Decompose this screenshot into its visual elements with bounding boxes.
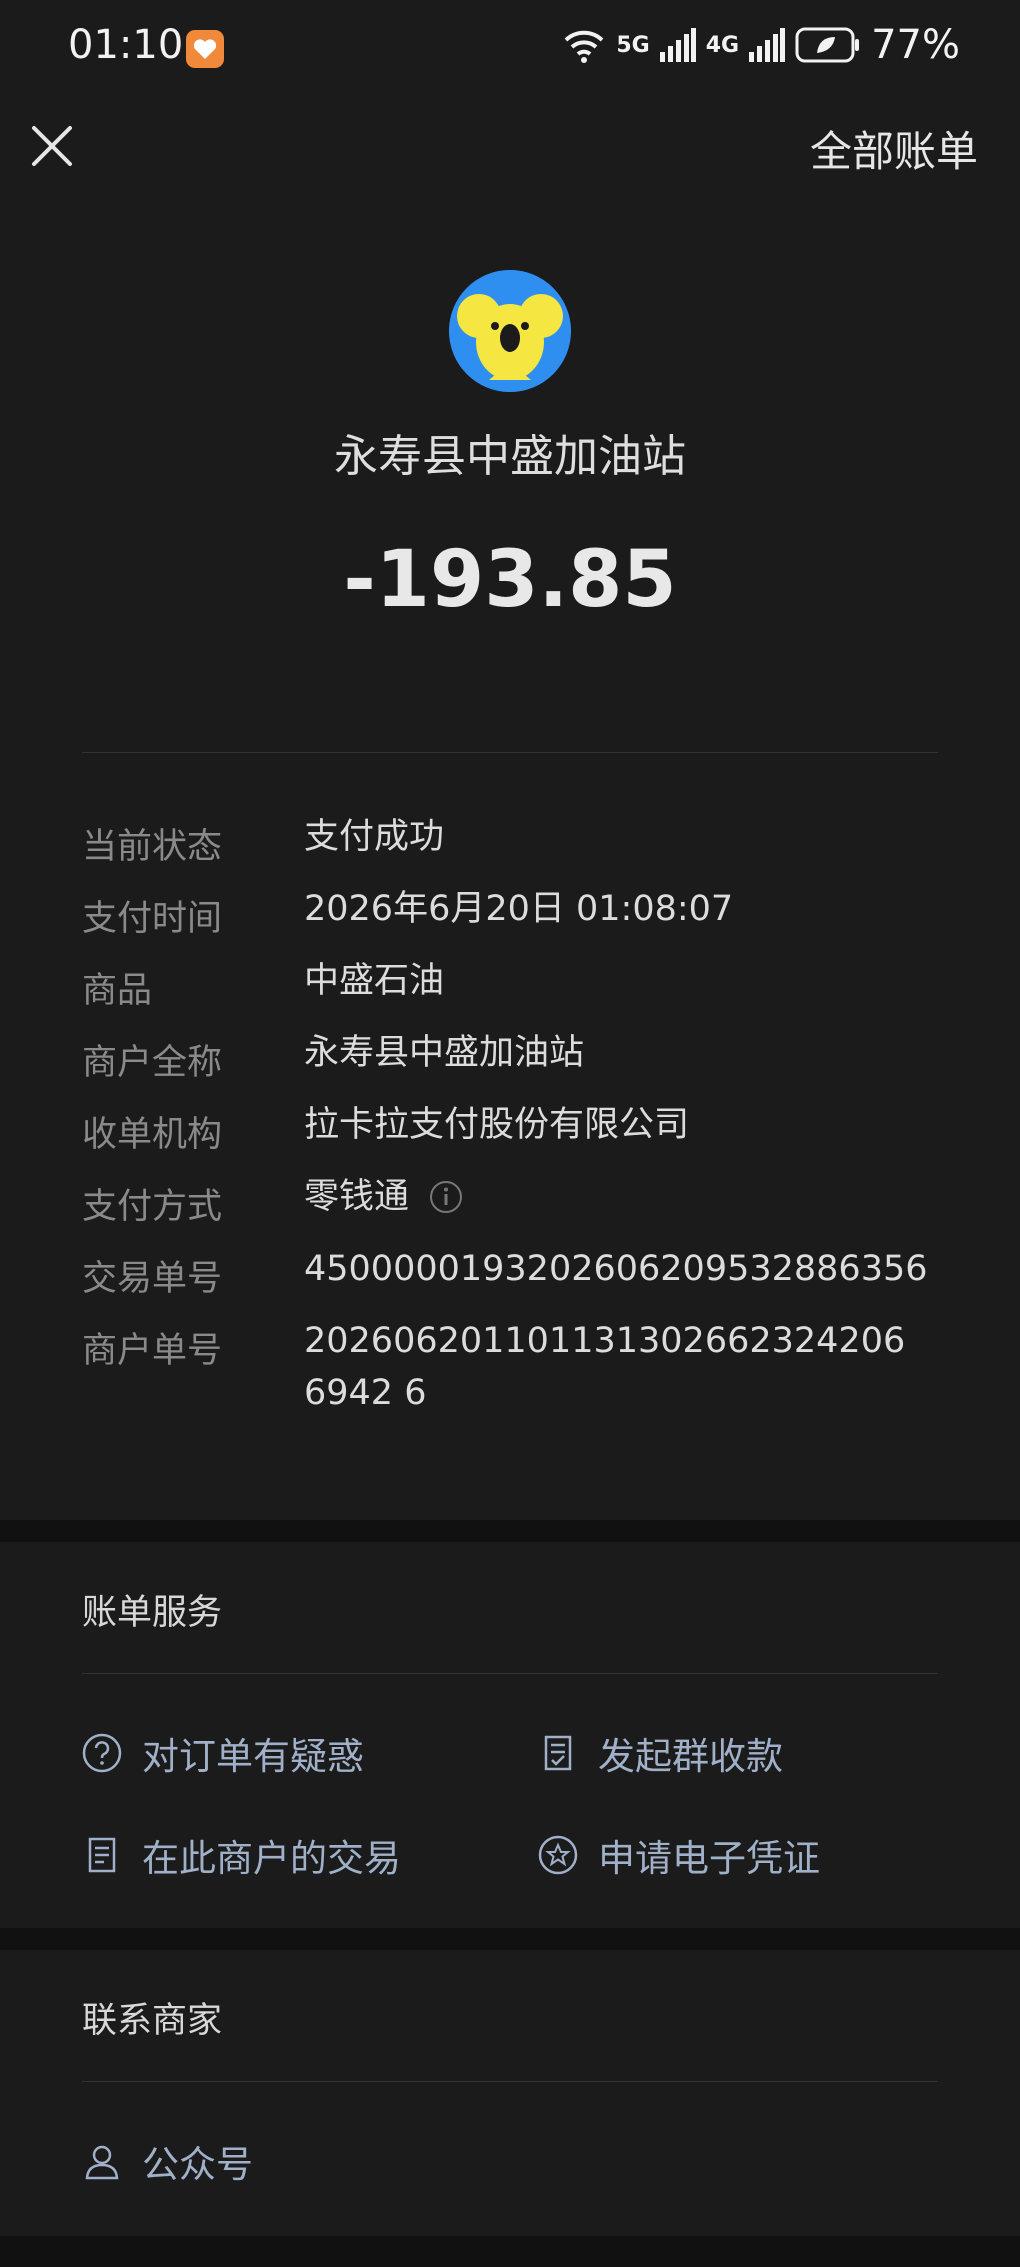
- heart-app-icon: [186, 30, 224, 68]
- detail-value-payment-method: 零钱通: [304, 1177, 410, 1217]
- document-list-icon: [88, 1837, 116, 1873]
- network-5g-label: 5G: [616, 32, 650, 58]
- network-4g-label: 4G: [705, 32, 740, 58]
- detail-value-merchant-fullname: 永寿县中盛加油站: [304, 1033, 585, 1073]
- section-separator: [0, 1928, 1020, 1950]
- e-voucher-button[interactable]: 申请电子凭证: [538, 1828, 820, 1882]
- detail-value-acquirer: 拉卡拉支付股份有限公司: [304, 1105, 690, 1145]
- group-collect-button[interactable]: 发起群收款: [538, 1726, 783, 1780]
- checklist-icon: [544, 1735, 572, 1771]
- divider: [82, 752, 938, 753]
- detail-label-time: 支付时间: [82, 899, 223, 939]
- merchant-avatar: [449, 270, 571, 392]
- section-separator: [0, 1520, 1020, 1542]
- detail-value-transaction-id: 4500000193202606209532886356: [304, 1249, 928, 1289]
- all-bills-link[interactable]: 全部账单: [810, 118, 978, 179]
- star-badge-icon: [538, 1835, 578, 1875]
- contact-merchant-title: 联系商家: [82, 2001, 223, 2041]
- detail-value-merchant-order-id: 2026062011011313026623242066942 6: [304, 1321, 906, 1413]
- detail-label-merchant-order-id: 商户单号: [82, 1331, 223, 1371]
- signal-icon: [659, 28, 696, 62]
- close-button[interactable]: [28, 122, 76, 170]
- official-account-label: 公众号: [142, 2143, 253, 2186]
- question-circle-icon: [82, 1733, 122, 1773]
- merchant-name: 永寿县中盛加油站: [334, 431, 686, 482]
- battery-icon: [795, 27, 860, 63]
- divider: [82, 2081, 938, 2082]
- detail-label-merchant-fullname: 商户全称: [82, 1043, 223, 1083]
- signal-icon-2: [749, 28, 786, 62]
- detail-label-transaction-id: 交易单号: [82, 1259, 223, 1299]
- detail-value-payment-method-row: 零钱通: [304, 1171, 944, 1223]
- e-voucher-label: 申请电子凭证: [598, 1837, 820, 1880]
- transaction-amount: -193.85: [343, 535, 677, 625]
- detail-value-time: 2026年6月20日 01:08:07: [304, 889, 734, 929]
- detail-label-acquirer: 收单机构: [82, 1115, 223, 1155]
- close-icon: [32, 126, 72, 166]
- bill-service-title: 账单服务: [82, 1593, 223, 1633]
- group-collect-label: 发起群收款: [598, 1735, 783, 1778]
- order-question-button[interactable]: 对订单有疑惑: [82, 1726, 364, 1780]
- merchant-transactions-label: 在此商户的交易: [142, 1837, 401, 1880]
- detail-label-payment-method: 支付方式: [82, 1187, 223, 1227]
- battery-percent: 77%: [871, 22, 960, 68]
- detail-value-goods: 中盛石油: [304, 961, 445, 1001]
- info-icon[interactable]: [429, 1180, 463, 1214]
- detail-label-goods: 商品: [82, 971, 153, 1011]
- official-account-button[interactable]: 公众号: [82, 2134, 253, 2188]
- order-question-label: 对订单有疑惑: [142, 1735, 364, 1778]
- section-separator: [0, 2236, 1020, 2267]
- detail-value-status: 支付成功: [304, 817, 445, 857]
- divider: [82, 1673, 938, 1674]
- status-indicators: 5G 4G 77%: [562, 22, 960, 68]
- detail-label-status: 当前状态: [82, 827, 223, 867]
- merchant-transactions-button[interactable]: 在此商户的交易: [82, 1828, 401, 1882]
- wifi-icon: [564, 30, 604, 63]
- koala-logo-icon: [449, 270, 571, 392]
- status-time: 01:10: [68, 22, 184, 68]
- person-icon: [85, 2145, 119, 2180]
